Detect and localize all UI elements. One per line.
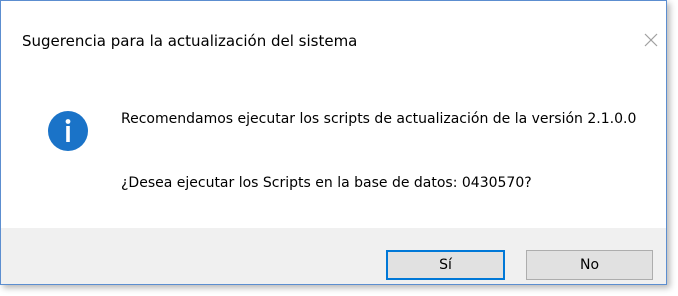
dialog-title: Sugerencia para la actualización del sis… xyxy=(22,32,358,50)
dialog-window: Sugerencia para la actualización del sis… xyxy=(0,0,667,285)
dialog-question: ¿Desea ejecutar los Scripts en la base d… xyxy=(121,175,532,191)
dialog-message: Recomendamos ejecutar los scripts de act… xyxy=(121,111,637,127)
information-icon xyxy=(48,111,88,151)
close-icon xyxy=(644,33,658,47)
title-bar: Sugerencia para la actualización del sis… xyxy=(1,1,666,77)
no-button[interactable]: No xyxy=(526,250,653,280)
dialog-content: Recomendamos ejecutar los scripts de act… xyxy=(1,77,666,228)
yes-button[interactable]: Sí xyxy=(386,250,505,280)
close-button[interactable] xyxy=(638,27,664,53)
dialog-button-bar: Sí No xyxy=(1,228,666,284)
